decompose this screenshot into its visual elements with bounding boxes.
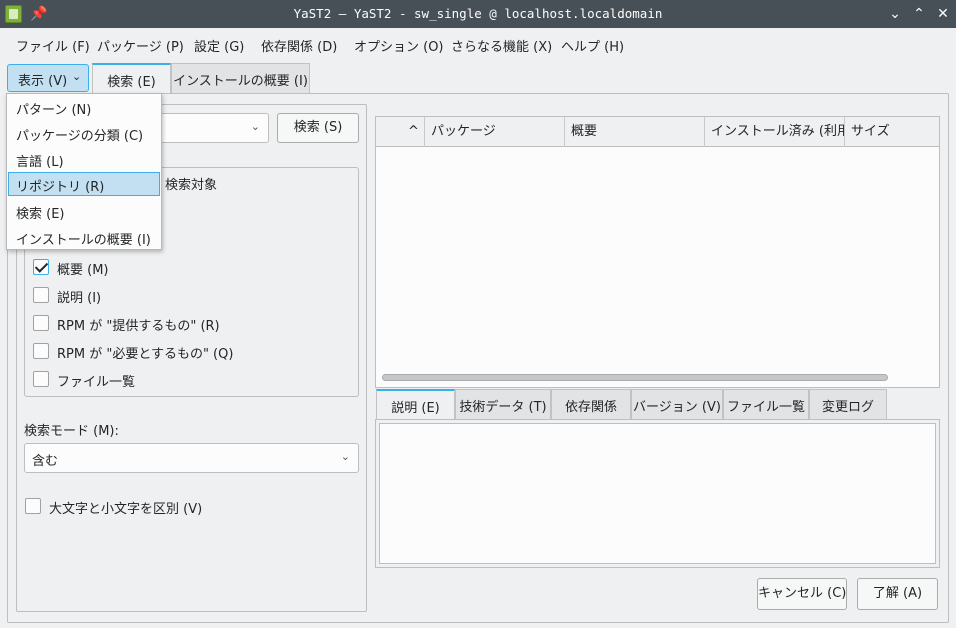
column-header-installed[interactable]: インストール済み (利用可 — [705, 117, 845, 147]
checkbox[interactable] — [33, 287, 49, 303]
title-bar: 📌 YaST2 — YaST2 - sw_single @ localhost.… — [0, 0, 956, 28]
ok-button[interactable]: 了解 (A) — [857, 578, 938, 610]
close-icon[interactable]: ✕ — [933, 4, 953, 24]
tab-description[interactable]: 説明 (E) — [376, 389, 455, 419]
view-menu-button[interactable]: 表示 (V) ⌄ — [7, 64, 89, 92]
menu-settings[interactable]: 設定 (G) — [194, 36, 244, 55]
view-item-languages[interactable]: 言語 (L) — [8, 147, 160, 171]
column-header-summary[interactable]: 概要 — [565, 117, 705, 147]
tab-install-summary-label: インストールの概要 (I) — [173, 74, 308, 89]
menu-dependencies[interactable]: 依存関係 (D) — [261, 36, 337, 55]
tab-file-list[interactable]: ファイル一覧 — [723, 389, 809, 419]
tab-dependencies[interactable]: 依存関係 — [551, 389, 631, 419]
search-mode-label: 検索モード (M): — [24, 424, 119, 439]
tab-install-summary[interactable]: インストールの概要 (I) — [171, 63, 310, 93]
field-filelist-label: ファイル一覧 — [57, 375, 136, 390]
checkbox[interactable] — [33, 371, 49, 387]
view-menu-label: 表示 (V) — [18, 74, 68, 89]
chevron-down-icon: ⌄ — [72, 70, 82, 83]
search-mode-select[interactable]: 含む ⌄ — [24, 443, 359, 473]
view-item-search[interactable]: 検索 (E) — [8, 199, 160, 223]
view-item-repositories[interactable]: リポジトリ (R) — [8, 172, 160, 196]
menu-extras[interactable]: さらなる機能 (X) — [451, 36, 552, 55]
search-fields-title: 検索対象 — [165, 178, 218, 193]
package-table-header: ^ パッケージ 概要 インストール済み (利用可 サイズ — [376, 117, 939, 147]
sort-ascending-icon: ^ — [408, 124, 419, 139]
field-provides-label: RPM が "提供するもの" (R) — [57, 319, 220, 334]
menu-file[interactable]: ファイル (F) — [16, 36, 90, 55]
description-view[interactable] — [379, 423, 936, 564]
tab-versions[interactable]: バージョン (V) — [631, 389, 723, 419]
status-column-header[interactable]: ^ — [376, 117, 425, 147]
checkbox[interactable] — [25, 498, 41, 514]
view-item-package-groups[interactable]: パッケージの分類 (C) — [8, 121, 160, 145]
tab-technical-data[interactable]: 技術データ (T) — [455, 389, 551, 419]
chevron-down-icon: ⌄ — [250, 120, 260, 133]
column-header-package[interactable]: パッケージ — [425, 117, 565, 147]
view-item-label: パターン (N) — [16, 103, 92, 118]
minimize-icon[interactable]: ⌄ — [885, 4, 905, 24]
menu-options[interactable]: オプション (O) — [354, 36, 444, 55]
search-button[interactable]: 検索 (S) — [277, 113, 359, 143]
view-item-label: インストールの概要 (I) — [16, 233, 151, 248]
menu-package[interactable]: パッケージ (P) — [97, 36, 184, 55]
column-header-size[interactable]: サイズ — [845, 117, 939, 147]
field-summary-label: 概要 (M) — [57, 263, 109, 278]
menu-help[interactable]: ヘルプ (H) — [561, 36, 624, 55]
horizontal-scrollbar[interactable] — [382, 374, 888, 381]
tab-dependencies-label: 依存関係 — [564, 400, 617, 415]
package-table[interactable]: ^ パッケージ 概要 インストール済み (利用可 サイズ — [375, 116, 940, 388]
field-description-label: 説明 (I) — [57, 291, 102, 306]
view-item-label: リポジトリ (R) — [16, 180, 105, 195]
case-sensitive-label: 大文字と小文字を区別 (V) — [49, 502, 203, 517]
tab-description-label: 説明 (E) — [391, 401, 440, 416]
checkbox[interactable] — [33, 315, 49, 331]
tab-changelog-label: 変更ログ — [821, 400, 874, 415]
view-item-label: 言語 (L) — [16, 155, 64, 170]
tab-changelog[interactable]: 変更ログ — [809, 389, 887, 419]
checkbox-checked[interactable] — [33, 259, 49, 275]
tab-technical-data-label: 技術データ (T) — [459, 400, 547, 415]
tab-search[interactable]: 検索 (E) — [92, 63, 171, 93]
cancel-button[interactable]: キャンセル (C) — [757, 578, 847, 610]
view-item-install-summary[interactable]: インストールの概要 (I) — [8, 225, 160, 249]
tab-versions-label: バージョン (V) — [633, 400, 721, 415]
search-mode-value: 含む — [32, 454, 59, 469]
view-dropdown-menu: パターン (N) パッケージの分類 (C) 言語 (L) リポジトリ (R) 検… — [6, 93, 162, 250]
field-requires-label: RPM が "必要とするもの" (Q) — [57, 347, 234, 362]
window-title: YaST2 — YaST2 - sw_single @ localhost.lo… — [293, 6, 663, 21]
maximize-icon[interactable]: ⌃ — [909, 4, 929, 24]
view-item-label: 検索 (E) — [16, 207, 65, 222]
view-item-label: パッケージの分類 (C) — [16, 129, 144, 144]
chevron-down-icon: ⌄ — [340, 450, 350, 463]
tab-search-label: 検索 (E) — [107, 75, 156, 90]
tab-file-list-label: ファイル一覧 — [726, 400, 805, 415]
menu-bar: ファイル (F) パッケージ (P) 設定 (G) 依存関係 (D) オプション… — [0, 28, 956, 60]
checkbox[interactable] — [33, 343, 49, 359]
view-item-patterns[interactable]: パターン (N) — [8, 95, 160, 119]
